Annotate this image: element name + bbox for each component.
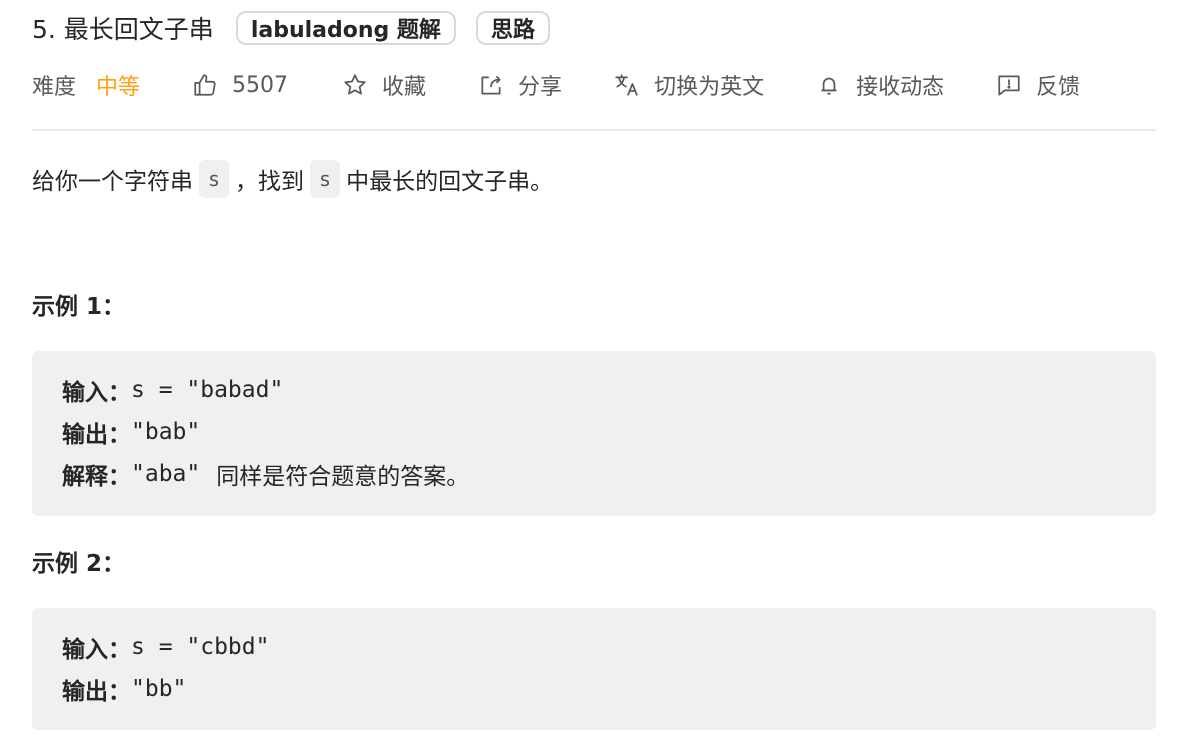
input-label: 输入： (62, 380, 131, 406)
feedback-icon (998, 75, 1020, 96)
description-text-2: ，找到 (235, 169, 305, 195)
example-title-prefix: 示例 (32, 294, 78, 320)
favorite-label: 收藏 (382, 75, 427, 100)
example-2-output: 输出： "bb" (62, 668, 1126, 710)
description-text-3: 中最长的回文子串。 (346, 169, 554, 195)
explanation-code: "aba" (131, 461, 201, 487)
input-label: 输入： (62, 637, 131, 663)
subscribe-label: 接收动态 (856, 75, 945, 100)
output-value: "bb" (131, 676, 187, 702)
problem-panel: 5. 最长回文子串 labuladong 题解 思路 难度 中等 5507 收藏 (32, 0, 1156, 730)
output-value: "bab" (131, 419, 201, 445)
example-title-suffix: ： (102, 551, 126, 577)
example-1-title: 示例 1： (32, 287, 1156, 321)
tag-idea[interactable]: 思路 (475, 11, 550, 45)
example-1-output: 输出： "bab" (62, 411, 1126, 453)
example-1-block: 输入： s = "babad" 输出： "bab" 解释： "aba" 同样是符… (32, 351, 1156, 516)
thumbs-up-icon (194, 74, 216, 96)
like-button[interactable]: 5507 (192, 72, 288, 98)
difficulty: 难度 中等 (32, 69, 140, 101)
example-1-explanation: 解释： "aba" 同样是符合题意的答案。 (62, 453, 1126, 495)
difficulty-value: 中等 (96, 75, 141, 100)
star-icon (344, 74, 366, 95)
example-title-suffix: ： (102, 294, 126, 320)
share-label: 分享 (518, 75, 563, 100)
favorite-button[interactable]: 收藏 (342, 69, 426, 101)
example-2-block: 输入： s = "cbbd" 输出： "bb" (32, 608, 1156, 730)
example-title-number: 1 (86, 294, 103, 320)
meta-row: 难度 中等 5507 收藏 分享 切换为英文 接收动态 反馈 (32, 56, 1156, 114)
description-text-1: 给你一个字符串 (32, 169, 193, 195)
header-divider (32, 129, 1156, 131)
translate-icon (615, 74, 638, 96)
input-value: s = "cbbd" (131, 634, 270, 660)
difficulty-label: 难度 (32, 75, 77, 100)
share-icon (481, 75, 501, 95)
switch-language-label: 切换为英文 (654, 75, 765, 100)
explanation-text: 同样是符合题意的答案。 (216, 464, 470, 490)
inline-code-s: s (199, 160, 230, 198)
feedback-button[interactable]: 反馈 (996, 69, 1080, 101)
subscribe-button[interactable]: 接收动态 (816, 69, 944, 101)
problem-description: 给你一个字符串 s ，找到 s 中最长的回文子串。 (32, 159, 1156, 199)
title-row: 5. 最长回文子串 labuladong 题解 思路 (32, 0, 1156, 56)
bell-icon (821, 77, 837, 95)
output-label: 输出： (62, 679, 131, 705)
switch-language-button[interactable]: 切换为英文 (614, 69, 764, 101)
like-count: 5507 (232, 72, 289, 98)
explanation-label: 解释： (62, 464, 131, 490)
problem-title: 5. 最长回文子串 (32, 15, 214, 44)
share-button[interactable]: 分享 (478, 69, 562, 101)
example-title-prefix: 示例 (32, 551, 78, 577)
tag-labuladong-solution[interactable]: labuladong 题解 (235, 11, 456, 45)
inline-code-s: s (310, 160, 341, 198)
example-2-input: 输入： s = "cbbd" (62, 626, 1126, 668)
feedback-label: 反馈 (1036, 75, 1081, 100)
example-1-input: 输入： s = "babad" (62, 369, 1126, 411)
example-2-title: 示例 2： (32, 544, 1156, 578)
input-value: s = "babad" (131, 377, 284, 403)
example-title-number: 2 (86, 551, 103, 577)
output-label: 输出： (62, 422, 131, 448)
